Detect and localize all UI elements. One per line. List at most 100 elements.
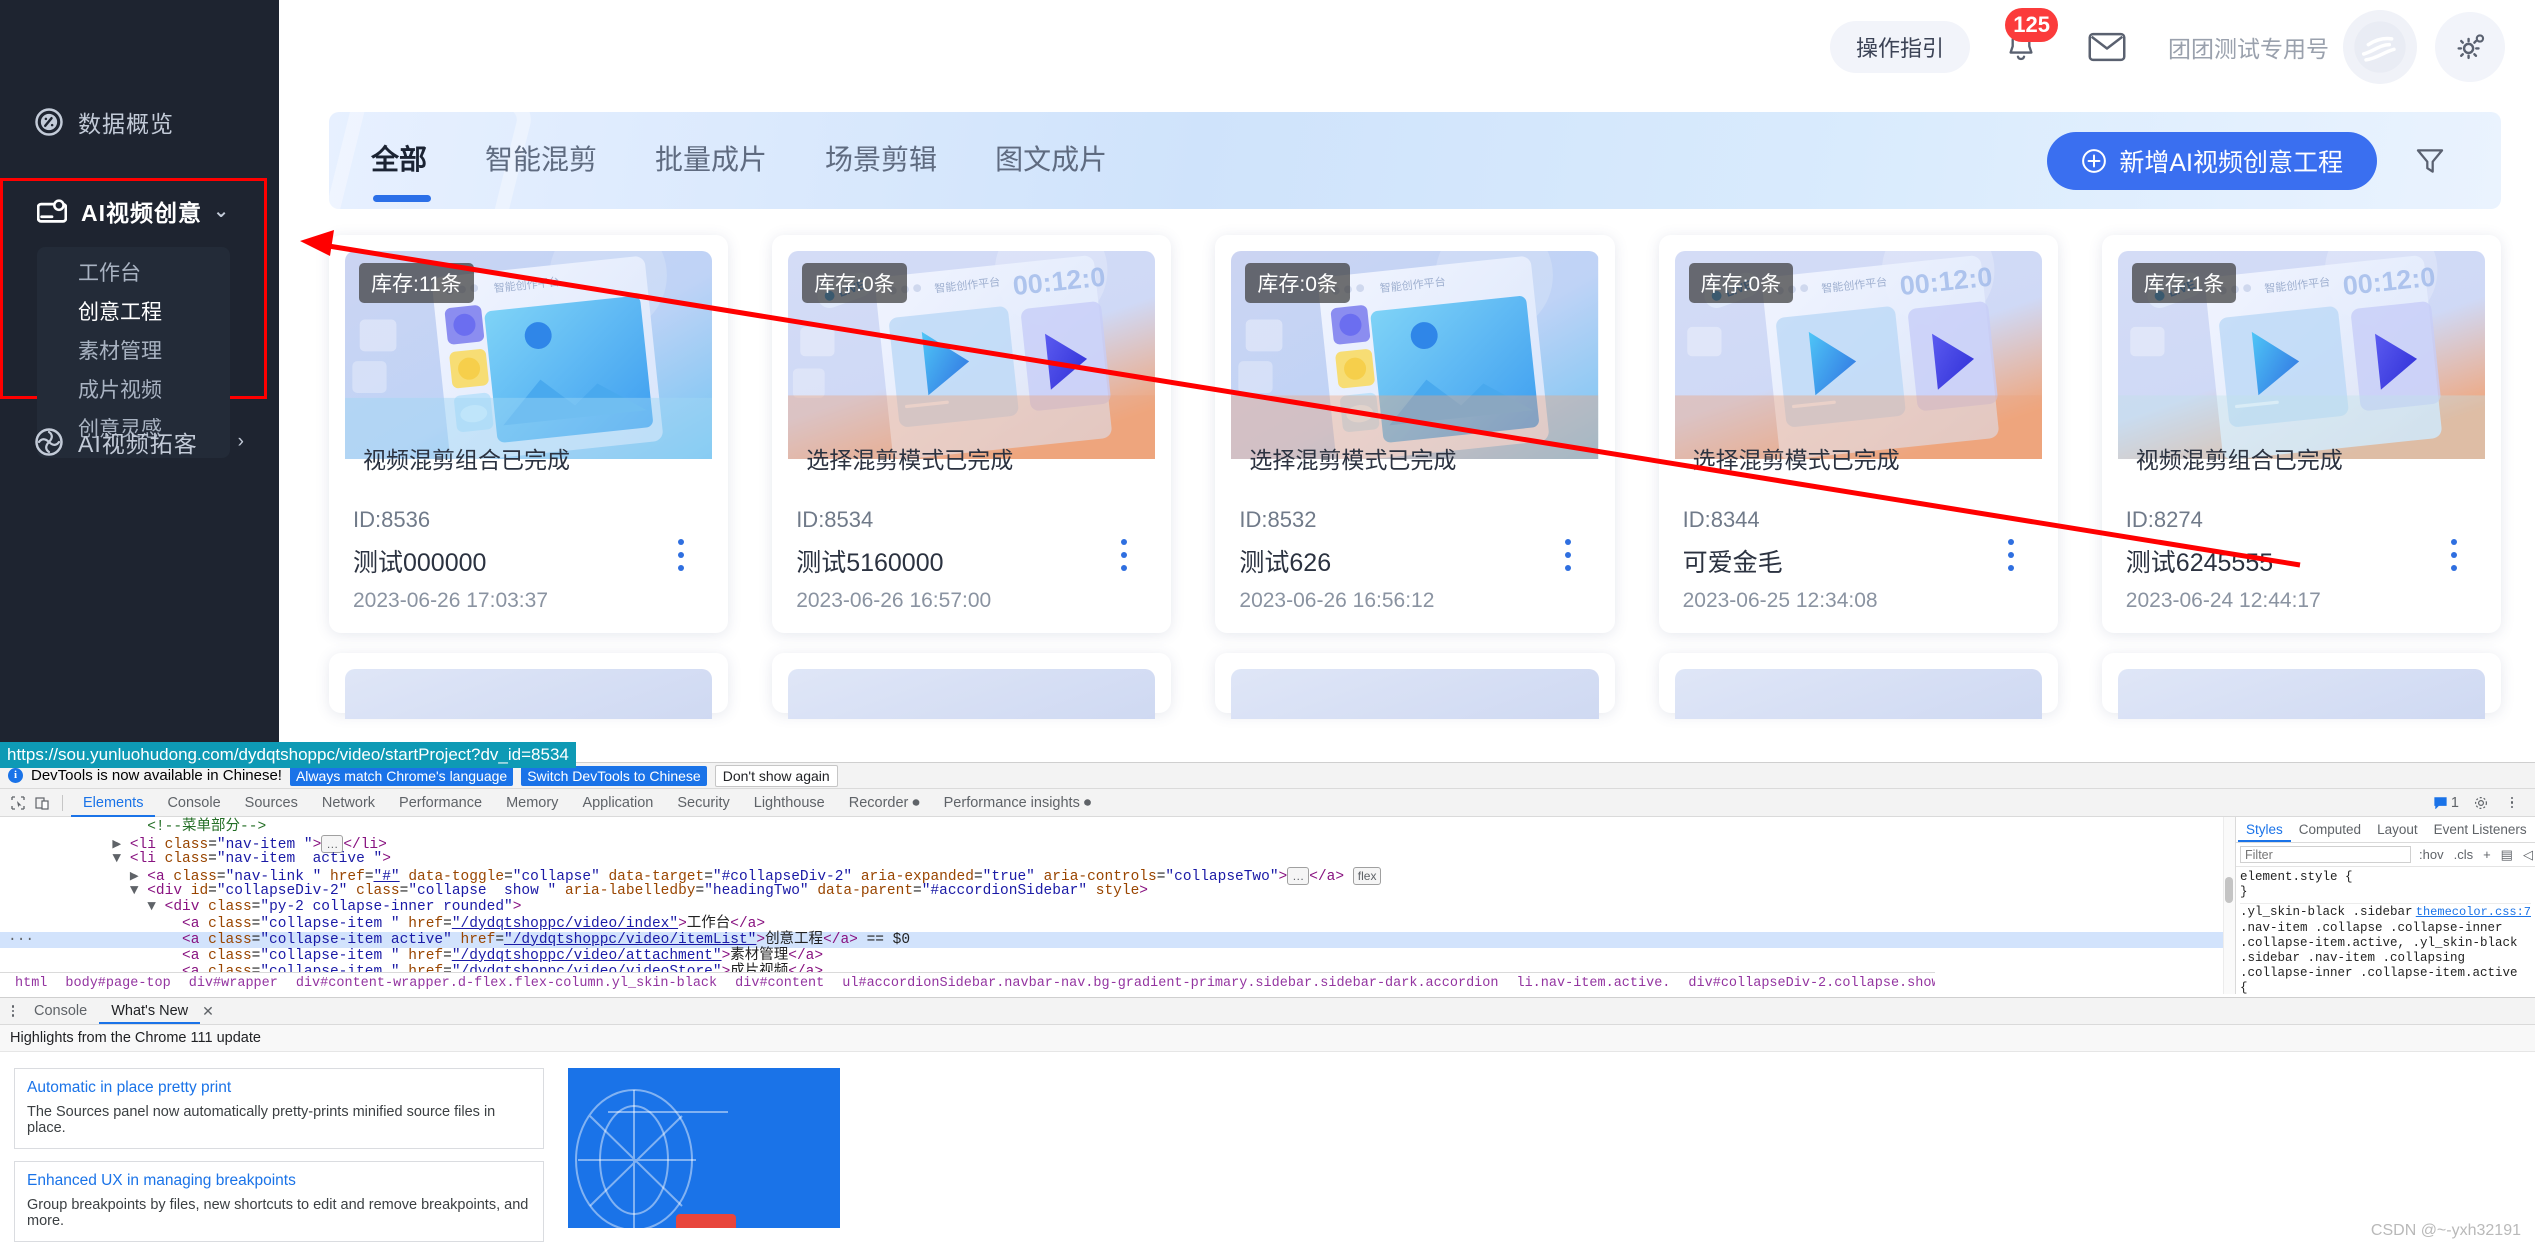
dom-line[interactable]: ▶ <a class="nav-link " href="#" data-tog…: [0, 867, 2235, 886]
project-card[interactable]: [2101, 653, 2501, 719]
dom-line[interactable]: ▼ <div id="collapseDiv-2" class="collaps…: [0, 883, 2235, 899]
styles-hover-toggle[interactable]: :hov: [2417, 847, 2446, 862]
styles-sidebar-toggle[interactable]: ◁: [2521, 847, 2535, 863]
scrollbar-thumb[interactable]: [2225, 877, 2233, 904]
card-thumbnail[interactable]: 智能创作平台: [1231, 251, 1599, 491]
breadcrumb-item[interactable]: body#page-top: [56, 973, 179, 994]
switch-devtools-chinese-button[interactable]: Switch DevTools to Chinese: [521, 765, 707, 786]
new-project-button[interactable]: 新增AI视频创意工程: [2047, 131, 2377, 190]
sidebar-item-ai-video-creative[interactable]: AI视频创意 ⌄: [3, 181, 264, 241]
devtools-tab-security[interactable]: Security: [665, 789, 741, 817]
project-card[interactable]: [329, 653, 729, 719]
style-rule[interactable]: element.style { }: [2240, 869, 2531, 905]
notification-button[interactable]: 125: [1986, 8, 2058, 82]
styles-class-toggle[interactable]: .cls: [2452, 847, 2476, 862]
devtools-tab-console[interactable]: Console: [155, 789, 232, 817]
sidebar-subitem-workbench[interactable]: 工作台: [37, 254, 230, 293]
style-rule[interactable]: themecolor.css:7 .yl_skin-black .sidebar…: [2240, 904, 2531, 994]
card-thumbnail[interactable]: 智能创作平台 00:12:0 LIVE: [1674, 251, 2042, 491]
dont-show-again-button[interactable]: Don't show again: [714, 764, 838, 787]
card-thumbnail[interactable]: 智能创作平台 00:12:0 LIVE: [2117, 251, 2485, 491]
breadcrumb-item[interactable]: div#content: [726, 973, 833, 994]
project-card[interactable]: 智能创作平台 00:12:0 LIVE: [1658, 235, 2058, 633]
dom-line[interactable]: <a class="collapse-item " href="/dydqtsh…: [0, 948, 2235, 964]
breadcrumb-item[interactable]: li.nav-item.active.: [1507, 973, 1679, 994]
project-card[interactable]: [1215, 653, 1615, 719]
chevron-down-icon[interactable]: ⌄: [213, 200, 230, 223]
devtools-tab-recorder[interactable]: Recorder ⏺: [837, 789, 932, 817]
issues-button[interactable]: 1: [2434, 795, 2459, 811]
styles-tab-styles[interactable]: Styles: [2238, 817, 2291, 842]
tab-all[interactable]: 全部: [371, 138, 432, 202]
tab-text-image[interactable]: 图文成片: [995, 138, 1107, 184]
dom-line[interactable]: ▼ <li class="nav-item active ">: [0, 851, 2235, 867]
inspect-element-icon[interactable]: [6, 792, 30, 814]
breadcrumb-item[interactable]: div#collapseDiv-2.collapse.show.: [1679, 973, 1935, 994]
styles-tab-event-listeners[interactable]: Event Listeners: [2426, 817, 2535, 842]
devtools-tab-memory[interactable]: Memory: [494, 789, 570, 817]
whats-new-item-title[interactable]: Enhanced UX in managing breakpoints: [27, 1172, 531, 1190]
styles-tab-layout[interactable]: Layout: [2369, 817, 2426, 842]
operation-guide-button[interactable]: 操作指引: [1829, 21, 1970, 73]
sidebar-item-ai-video-customer[interactable]: AI视频拓客 ›: [0, 408, 279, 476]
sidebar-subitem-creative-project[interactable]: 创意工程: [37, 293, 230, 332]
devtools-tab-elements[interactable]: Elements: [71, 789, 155, 817]
tab-scene-edit[interactable]: 场景剪辑: [825, 138, 937, 184]
card-more-menu-button[interactable]: [2441, 535, 2467, 575]
breadcrumb-item[interactable]: div#wrapper: [180, 973, 287, 994]
close-icon[interactable]: ✕: [202, 1003, 214, 1020]
dom-line[interactable]: <a class="collapse-item " href="/dydqtsh…: [0, 916, 2235, 932]
drawer-more-menu-icon[interactable]: [4, 1002, 22, 1020]
filter-button[interactable]: [2401, 132, 2459, 190]
dom-tree-pane[interactable]: <!--菜单部分--> ▶ <li class="nav-item ">… </l…: [0, 817, 2235, 994]
whats-new-item[interactable]: Automatic in place pretty print The Sour…: [14, 1068, 544, 1149]
devtools-settings-icon[interactable]: [2469, 792, 2493, 814]
card-thumbnail[interactable]: 智能创作平台 00:12:0 LIVE: [788, 251, 1156, 491]
dom-line-selected[interactable]: ··· <a class="collapse-item active" href…: [0, 931, 2235, 948]
device-toolbar-icon[interactable]: [30, 792, 54, 814]
devtools-tab-lighthouse[interactable]: Lighthouse: [742, 789, 837, 817]
project-card[interactable]: 智能创作平台: [1215, 235, 1615, 633]
whats-new-item-title[interactable]: Automatic in place pretty print: [27, 1079, 531, 1097]
styles-new-rule-button[interactable]: +: [2481, 847, 2493, 862]
breadcrumb-item[interactable]: ul#accordionSidebar.navbar-nav.bg-gradie…: [833, 973, 1507, 994]
card-more-menu-button[interactable]: [1111, 535, 1137, 575]
drawer-tab-whats-new[interactable]: What's New: [99, 998, 200, 1024]
devtools-tab-application[interactable]: Application: [570, 789, 665, 817]
devtools-tab-network[interactable]: Network: [310, 789, 387, 817]
drawer-tab-console[interactable]: Console: [22, 998, 99, 1024]
chevron-right-icon[interactable]: ›: [238, 431, 245, 453]
styles-filter-input[interactable]: [2240, 846, 2411, 863]
settings-button[interactable]: [2435, 12, 2505, 82]
dom-line[interactable]: ▶ <li class="nav-item ">… </li>: [0, 835, 2235, 854]
devtools-more-menu-icon[interactable]: [2503, 794, 2521, 812]
sidebar-subitem-material-management[interactable]: 素材管理: [37, 332, 230, 371]
dom-line[interactable]: ▼ <div class="py-2 collapse-inner rounde…: [0, 899, 2235, 915]
styles-print-toggle[interactable]: ▤: [2499, 847, 2515, 863]
project-card[interactable]: 智能创作平台: [329, 235, 729, 633]
project-card[interactable]: 智能创作平台 00:12:0 LIVE: [772, 235, 1172, 633]
dom-scrollbar[interactable]: [2223, 817, 2235, 994]
card-thumbnail[interactable]: 智能创作平台: [345, 251, 713, 491]
browser-page-content: 数据概览 AI视频创意 ⌄ 工作台 创意工程 素材管理 成片视频 创意灵感 AI…: [0, 0, 2535, 762]
project-card[interactable]: [1658, 653, 2058, 719]
sidebar-item-data-overview[interactable]: 数据概览: [0, 90, 279, 154]
devtools-tab-performance[interactable]: Performance: [387, 789, 494, 817]
whats-new-item[interactable]: Enhanced UX in managing breakpoints Grou…: [14, 1161, 544, 1242]
tab-smart-mix[interactable]: 智能混剪: [485, 138, 597, 184]
styles-tab-computed[interactable]: Computed: [2291, 817, 2369, 842]
card-more-menu-button[interactable]: [1555, 535, 1581, 575]
always-match-language-button[interactable]: Always match Chrome's language: [289, 765, 514, 786]
project-card[interactable]: 智能创作平台 00:12:0 LIVE: [2101, 235, 2501, 633]
card-more-menu-button[interactable]: [1998, 535, 2024, 575]
card-more-menu-button[interactable]: [668, 535, 694, 575]
breadcrumb-item[interactable]: div#content-wrapper.d-flex.flex-column.y…: [287, 973, 726, 994]
mail-button[interactable]: [2072, 12, 2142, 82]
tab-batch-production[interactable]: 批量成片: [655, 138, 767, 184]
devtools-tab-sources[interactable]: Sources: [233, 789, 310, 817]
devtools-tab-performance-insights[interactable]: Performance insights ⏺: [932, 789, 1103, 817]
project-card[interactable]: [772, 653, 1172, 719]
sidebar-subitem-finished-video[interactable]: 成片视频: [37, 371, 230, 410]
breadcrumb-item[interactable]: html: [6, 973, 56, 994]
style-source-link[interactable]: themecolor.css:7: [2416, 905, 2531, 920]
